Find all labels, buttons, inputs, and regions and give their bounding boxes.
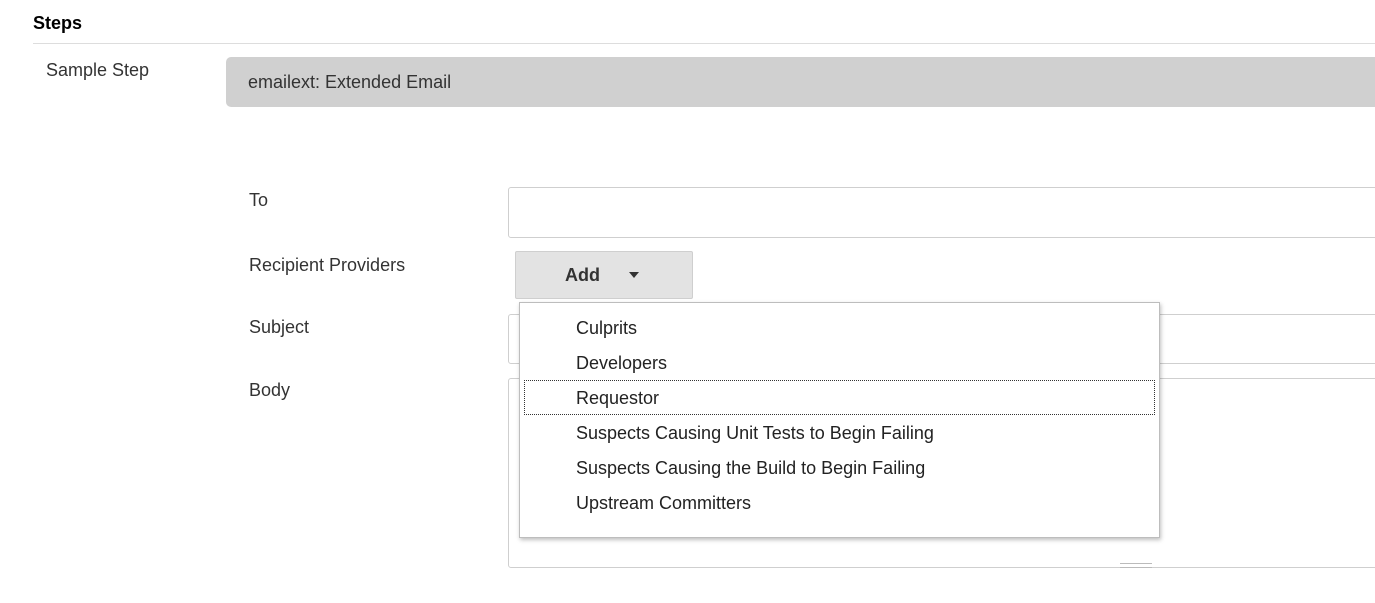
menu-item-culprits[interactable]: Culprits	[524, 310, 1155, 345]
body-label: Body	[249, 380, 291, 400]
sample-step-select[interactable]: emailext: Extended Email	[226, 57, 1375, 107]
menu-item-requestor[interactable]: Requestor	[524, 380, 1155, 415]
to-field[interactable]	[508, 187, 1375, 238]
add-button-label: Add	[565, 264, 600, 285]
recipient-providers-label: Recipient Providers	[249, 255, 406, 275]
menu-item-suspects-build[interactable]: Suspects Causing the Build to Begin Fail…	[524, 450, 1155, 485]
sample-step-value: emailext: Extended Email	[248, 71, 452, 92]
recipient-providers-menu: Culprits Developers Requestor Suspects C…	[519, 302, 1160, 538]
section-divider	[33, 43, 1375, 44]
section-title: Steps	[33, 13, 83, 33]
to-label: To	[249, 190, 269, 210]
steps-page: Steps Sample Step emailext: Extended Ema…	[0, 0, 1375, 603]
menu-item-suspects-unit-tests[interactable]: Suspects Causing Unit Tests to Begin Fai…	[524, 415, 1155, 450]
sample-step-label: Sample Step	[46, 60, 150, 80]
menu-item-developers[interactable]: Developers	[524, 345, 1155, 380]
resize-grip-icon[interactable]	[1120, 563, 1152, 568]
menu-item-upstream-committers[interactable]: Upstream Committers	[524, 485, 1155, 520]
subject-label: Subject	[249, 317, 310, 337]
chevron-down-icon	[629, 272, 639, 278]
add-recipient-provider-button[interactable]: Add	[515, 251, 693, 299]
